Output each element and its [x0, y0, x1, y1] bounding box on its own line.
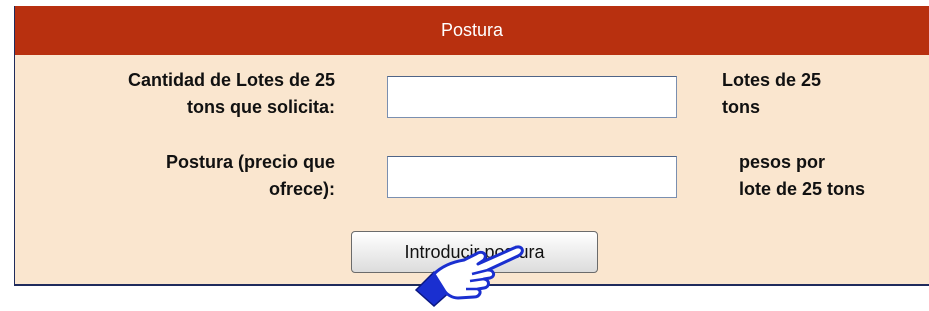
quantity-input[interactable]: [387, 76, 677, 118]
hand-pointer-icon: [414, 245, 524, 308]
quantity-label-line2: tons que solicita:: [186, 97, 335, 117]
quantity-unit-line2: tons: [722, 97, 760, 117]
quantity-unit: Lotes de 25 tons: [722, 67, 922, 121]
bid-label-line2: ofrece):: [268, 179, 335, 199]
bid-unit: pesos por lote de 25 tons: [739, 149, 929, 203]
bid-input[interactable]: [387, 156, 677, 198]
bid-unit-line1: pesos por: [739, 152, 826, 172]
quantity-label: Cantidad de Lotes de 25 tons que solicit…: [35, 67, 335, 121]
bid-label-line1: Postura (precio que: [165, 152, 335, 172]
quantity-label-line1: Cantidad de Lotes de 25: [127, 70, 335, 90]
bid-label: Postura (precio que ofrece):: [35, 149, 335, 203]
quantity-unit-line1: Lotes de 25: [722, 70, 822, 90]
bid-unit-line2: lote de 25 tons: [739, 179, 866, 199]
panel-header: Postura: [15, 6, 929, 55]
